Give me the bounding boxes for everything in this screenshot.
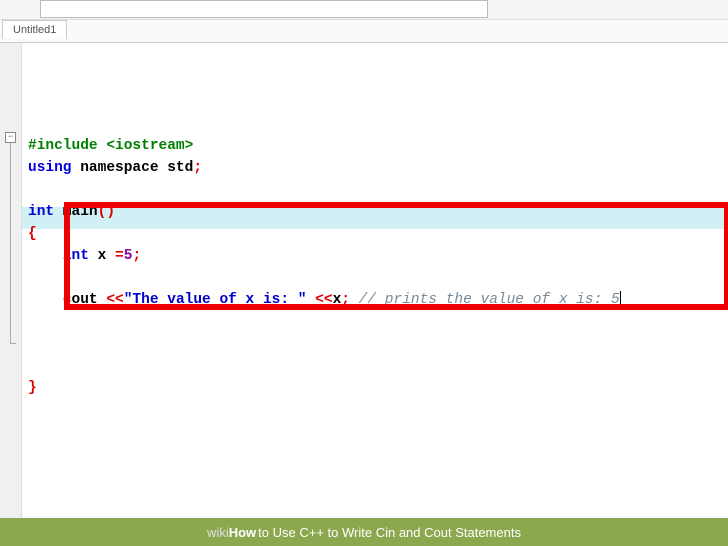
identifier-x: x xyxy=(333,292,342,308)
gutter: − xyxy=(0,43,22,522)
comment: // prints the value of x is: 5 xyxy=(350,292,620,308)
keyword-namespace: namespace xyxy=(72,160,159,176)
brace-open: { xyxy=(28,226,37,242)
text-cursor xyxy=(620,291,621,307)
toolbar-area xyxy=(0,0,728,20)
stream-op: << xyxy=(306,292,332,308)
file-tab[interactable]: Untitled1 xyxy=(2,20,67,39)
keyword-int: int xyxy=(28,204,54,220)
semicolon: ; xyxy=(193,160,202,176)
watermark-wiki: wiki xyxy=(207,525,229,540)
keyword-using: using xyxy=(28,160,72,176)
code-text: #include <iostream> using namespace std;… xyxy=(28,135,722,399)
keyword-int: int xyxy=(63,248,89,264)
preprocessor-line: #include <iostream> xyxy=(28,138,193,154)
watermark-title: to Use C++ to Write Cin and Cout Stateme… xyxy=(258,525,521,540)
semicolon: ; xyxy=(132,248,141,264)
fold-guide-end xyxy=(10,343,16,344)
stream-op: << xyxy=(106,292,123,308)
indent xyxy=(28,292,63,308)
code-editor[interactable]: #include <iostream> using namespace std;… xyxy=(22,43,728,522)
string-literal: "The value of x is: " xyxy=(124,292,307,308)
indent xyxy=(28,248,63,264)
semicolon: ; xyxy=(341,292,350,308)
parens: () xyxy=(98,204,115,220)
watermark-bar: wikiHow to Use C++ to Write Cin and Cout… xyxy=(0,518,728,546)
fold-toggle[interactable]: − xyxy=(5,132,16,143)
tab-bar: Untitled1 xyxy=(0,20,728,42)
editor: − #include <iostream> using namespace st… xyxy=(0,42,728,522)
identifier-std: std xyxy=(159,160,194,176)
identifier-x: x xyxy=(89,248,115,264)
watermark-how: How xyxy=(229,525,256,540)
equals: = xyxy=(115,248,124,264)
toolbar-panel xyxy=(40,0,488,18)
fold-guide xyxy=(10,143,11,343)
brace-close: } xyxy=(28,380,37,396)
identifier-cout: cout xyxy=(63,292,107,308)
identifier-main: main xyxy=(54,204,98,220)
